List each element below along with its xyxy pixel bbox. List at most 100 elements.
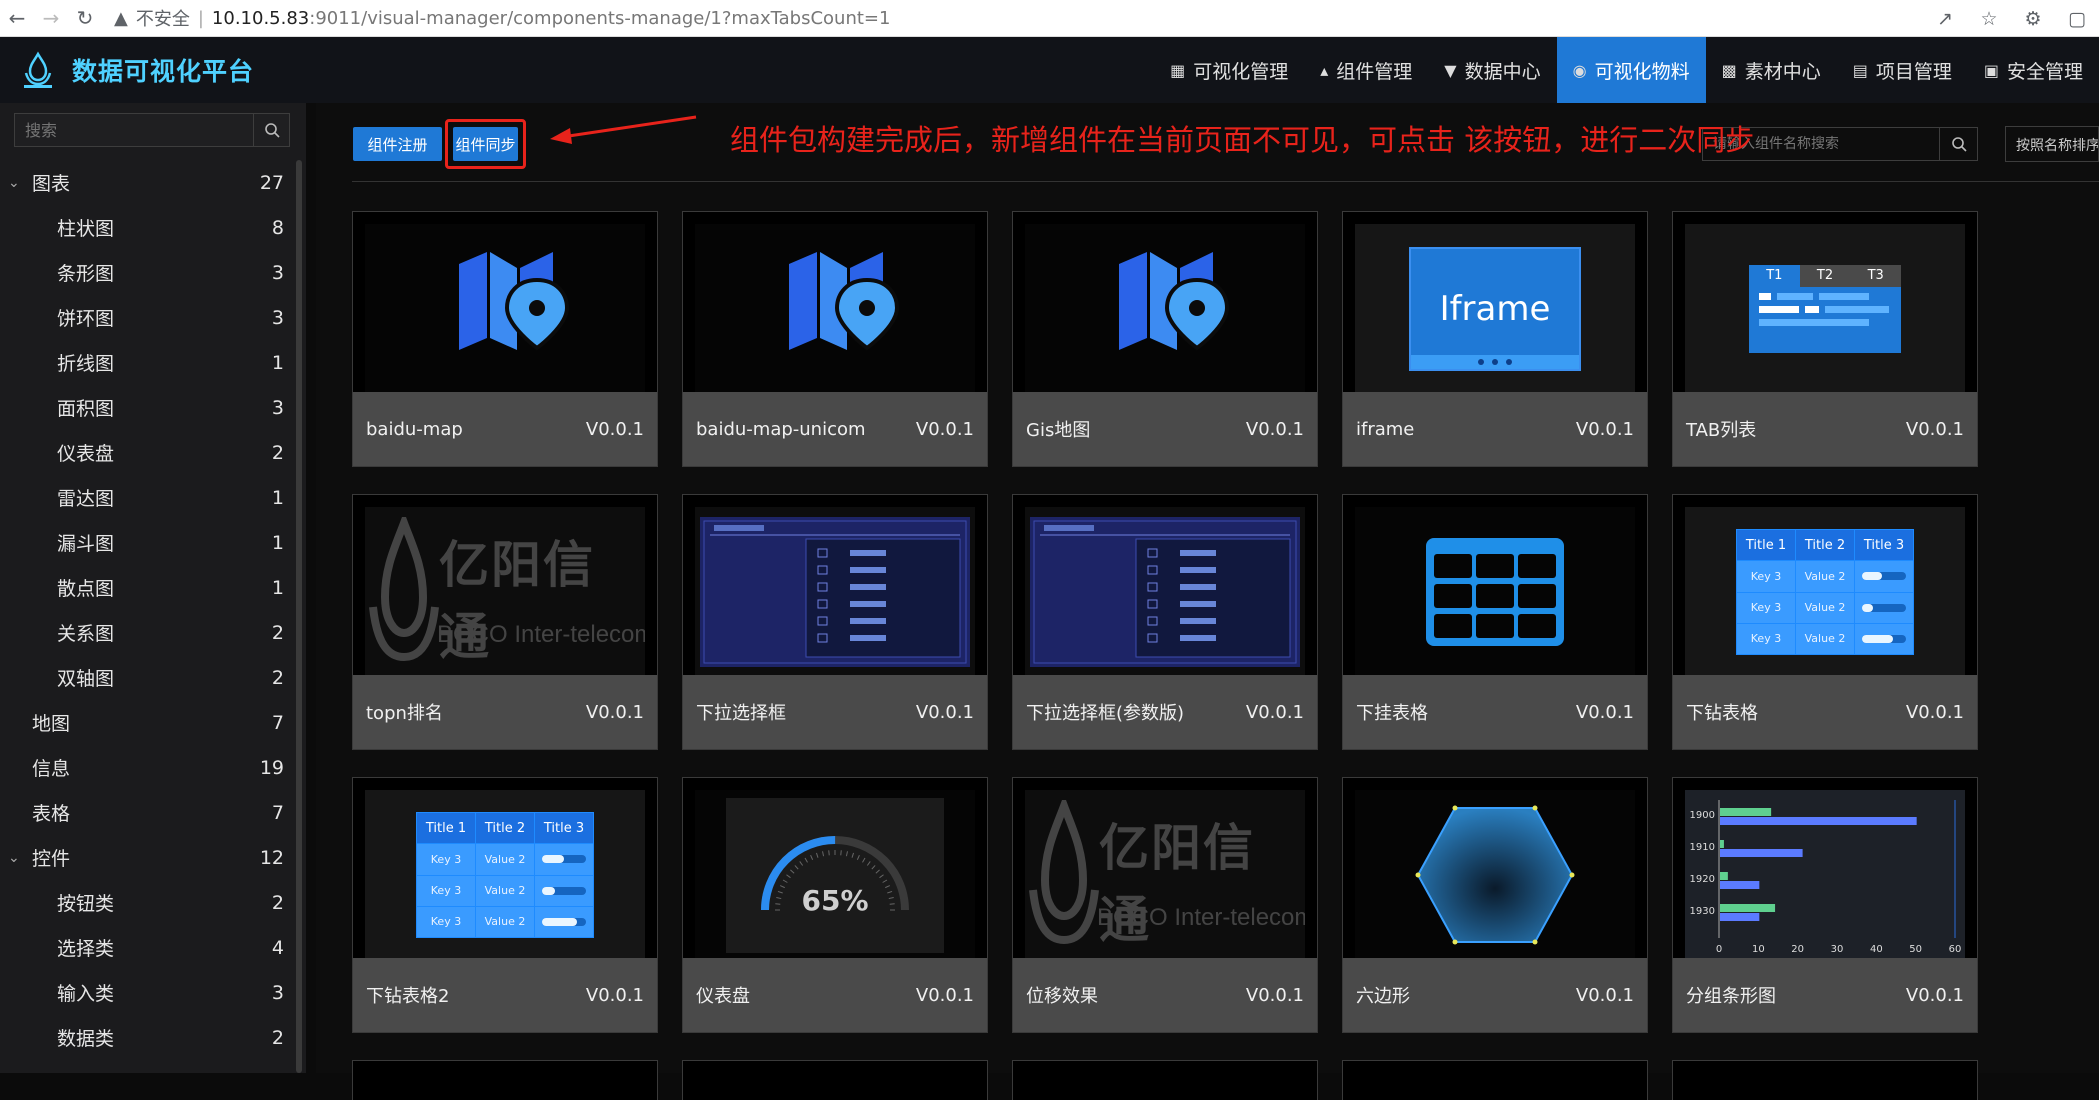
card-thumbnail: Title 1 Title 2 Title 3 Key 3 Value 2 Key 3 Va… <box>365 790 645 960</box>
tree-item-label: 按钮类 <box>57 893 115 915</box>
nav-item-1[interactable]: ▴ 组件管理 <box>1304 37 1428 103</box>
component-card[interactable] <box>682 1060 988 1100</box>
component-card[interactable]: Iframe iframe V0.0.1 <box>1342 211 1648 467</box>
card-footer: baidu-map-unicom V0.0.1 <box>683 392 987 466</box>
nav-item-0[interactable]: ▦ 可视化管理 <box>1154 37 1304 103</box>
tree-item[interactable]: 选择类 4 <box>0 925 296 970</box>
register-component-button[interactable]: 组件注册 <box>353 127 442 161</box>
nav-item-6[interactable]: ▣ 安全管理 <box>1968 37 2099 103</box>
tree-item-label: 雷达图 <box>57 488 115 510</box>
sidebar-search-input[interactable] <box>15 114 253 146</box>
drill-table-header: Title 1 <box>1737 530 1795 561</box>
chevron-down-icon[interactable]: ⌄ <box>8 850 30 866</box>
nav-item-4[interactable]: ▩ 素材中心 <box>1706 37 1837 103</box>
tab-preview-label: T2 <box>1799 265 1851 287</box>
back-icon[interactable]: ← <box>0 1 34 35</box>
progress-track <box>1862 634 1906 643</box>
nav-item-2[interactable]: ▼ 数据中心 <box>1428 37 1556 103</box>
tree-item-count: 4 <box>271 936 284 959</box>
address-bar[interactable]: ▲ 不安全 | 10.10.5.83:9011/visual-manager/c… <box>114 5 890 31</box>
nav-item-label: 可视化物料 <box>1594 60 1690 83</box>
tree-item[interactable]: 关系图 2 <box>0 610 296 655</box>
tree-item[interactable]: 信息 19 <box>0 745 296 790</box>
chevron-down-icon[interactable]: ⌄ <box>8 175 30 191</box>
component-card[interactable]: T1 T2 T3 TAB列表 V0.0.1 <box>1672 211 1978 467</box>
tree-item[interactable]: 雷达图 1 <box>0 475 296 520</box>
company-logo: 亿阳信通 BOCO Inter-telecom <box>365 507 645 677</box>
nav-item-5[interactable]: ▤ 项目管理 <box>1837 37 1968 103</box>
tree-item-count: 19 <box>259 756 284 779</box>
component-card[interactable]: 65% 仪表盘 V0.0.1 <box>682 777 988 1033</box>
tree-item[interactable]: 按钮类 2 <box>0 880 296 925</box>
tree-item[interactable]: 双轴图 2 <box>0 655 296 700</box>
search-icon[interactable] <box>1939 128 1977 160</box>
card-thumbnail: T1 T2 T3 <box>1685 224 1965 394</box>
tree-item[interactable]: 漏斗图 1 <box>0 520 296 565</box>
extensions-icon[interactable]: ⚙ <box>2011 8 2055 30</box>
drill-table-cell: Key 3 <box>1737 623 1795 654</box>
iframe-preview-label: Iframe <box>1439 289 1551 329</box>
card-footer: 下钻表格 V0.0.1 <box>1673 675 1977 749</box>
drill-table-preview: Title 1 Title 2 Title 3 Key 3 Value 2 Key 3 Va… <box>1736 529 1914 655</box>
component-card[interactable]: Gis地图 V0.0.1 <box>1012 211 1318 467</box>
sidepanel-icon[interactable]: ▢ <box>2055 8 2099 30</box>
tree-item[interactable]: 数据类 2 <box>0 1015 296 1060</box>
tree-item-count: 3 <box>271 396 284 419</box>
component-card[interactable]: 1900 1910 1920 1930 0 10 20 30 40 50 60 分组条形图 V0.0.1 <box>1672 777 1978 1033</box>
progress-fill <box>1862 603 1873 612</box>
tree-item[interactable]: 地图 7 <box>0 700 296 745</box>
drill-table-header: Title 1 <box>417 813 475 844</box>
tree-item[interactable]: 散点图 1 <box>0 565 296 610</box>
search-icon[interactable] <box>253 114 289 146</box>
tree-item[interactable]: 柱状图 8 <box>0 205 296 250</box>
card-footer: 下拉选择框(参数版) V0.0.1 <box>1013 675 1317 749</box>
component-card[interactable]: 六边形 V0.0.1 <box>1342 777 1648 1033</box>
component-card[interactable] <box>1672 1060 1978 1100</box>
component-card[interactable]: 下挂表格 V0.0.1 <box>1342 494 1648 750</box>
forward-icon[interactable]: → <box>34 1 68 35</box>
tree-item[interactable]: 条形图 3 <box>0 250 296 295</box>
card-version: V0.0.1 <box>585 701 644 723</box>
card-thumbnail: 65% <box>695 790 975 960</box>
tree-item[interactable]: 面积图 3 <box>0 385 296 430</box>
component-card[interactable]: baidu-map-unicom V0.0.1 <box>682 211 988 467</box>
card-name: topn排名 <box>366 703 443 724</box>
card-version: V0.0.1 <box>585 418 644 440</box>
toolbar-divider <box>352 181 2099 182</box>
component-card[interactable]: 亿阳信通 BOCO Inter-telecom 位移效果 V0.0.1 <box>1012 777 1318 1033</box>
component-card[interactable]: Title 1 Title 2 Title 3 Key 3 Value 2 Key 3 Va… <box>352 777 658 1033</box>
card-footer: 六边形 V0.0.1 <box>1343 958 1647 1032</box>
component-card[interactable]: 下拉选择框(参数版) V0.0.1 <box>1012 494 1318 750</box>
sync-component-button[interactable]: 组件同步 <box>453 127 518 161</box>
component-card[interactable]: 下拉选择框 V0.0.1 <box>682 494 988 750</box>
tree-item[interactable]: 饼环图 3 <box>0 295 296 340</box>
sort-select[interactable]: 按照名称排序 <box>2005 126 2099 162</box>
card-version: V0.0.1 <box>1245 984 1304 1006</box>
url-text[interactable]: 10.10.5.83:9011/visual-manager/component… <box>212 8 891 29</box>
tree-item[interactable]: 表格 7 <box>0 790 296 835</box>
nav-item-3[interactable]: ◉ 可视化物料 <box>1556 37 1706 103</box>
reload-icon[interactable]: ↻ <box>68 1 102 35</box>
progress-track <box>542 886 586 895</box>
share-icon[interactable]: ↗ <box>1923 8 1967 30</box>
tab-preview-bar <box>1759 319 1869 326</box>
component-card[interactable]: baidu-map V0.0.1 <box>352 211 658 467</box>
image-icon: ▩ <box>1721 60 1737 80</box>
component-card[interactable]: Title 1 Title 2 Title 3 Key 3 Value 2 Key 3 Va… <box>1672 494 1978 750</box>
logo-mark-icon <box>1029 800 1099 945</box>
tree-item[interactable]: 输入类 3 <box>0 970 296 1015</box>
nav-item-label: 组件管理 <box>1336 60 1413 83</box>
x-tick-label: 0 <box>1716 944 1722 955</box>
component-card[interactable] <box>1012 1060 1318 1100</box>
tree-item[interactable]: ⌄ 控件 12 <box>0 835 296 880</box>
card-version: V0.0.1 <box>1575 418 1634 440</box>
tree-item[interactable]: ⌄ 图表 27 <box>0 160 296 205</box>
component-card[interactable] <box>352 1060 658 1100</box>
tree-item[interactable]: 折线图 1 <box>0 340 296 385</box>
group-bar-chart: 1900 1910 1920 1930 0 10 20 30 40 50 60 <box>1685 790 1965 960</box>
tree-item[interactable]: 仪表盘 2 <box>0 430 296 475</box>
star-icon[interactable]: ☆ <box>1967 8 2011 30</box>
component-card[interactable] <box>1342 1060 1648 1100</box>
component-card[interactable]: 亿阳信通 BOCO Inter-telecom topn排名 V0.0.1 <box>352 494 658 750</box>
sidebar-scrollbar[interactable] <box>296 160 302 1073</box>
